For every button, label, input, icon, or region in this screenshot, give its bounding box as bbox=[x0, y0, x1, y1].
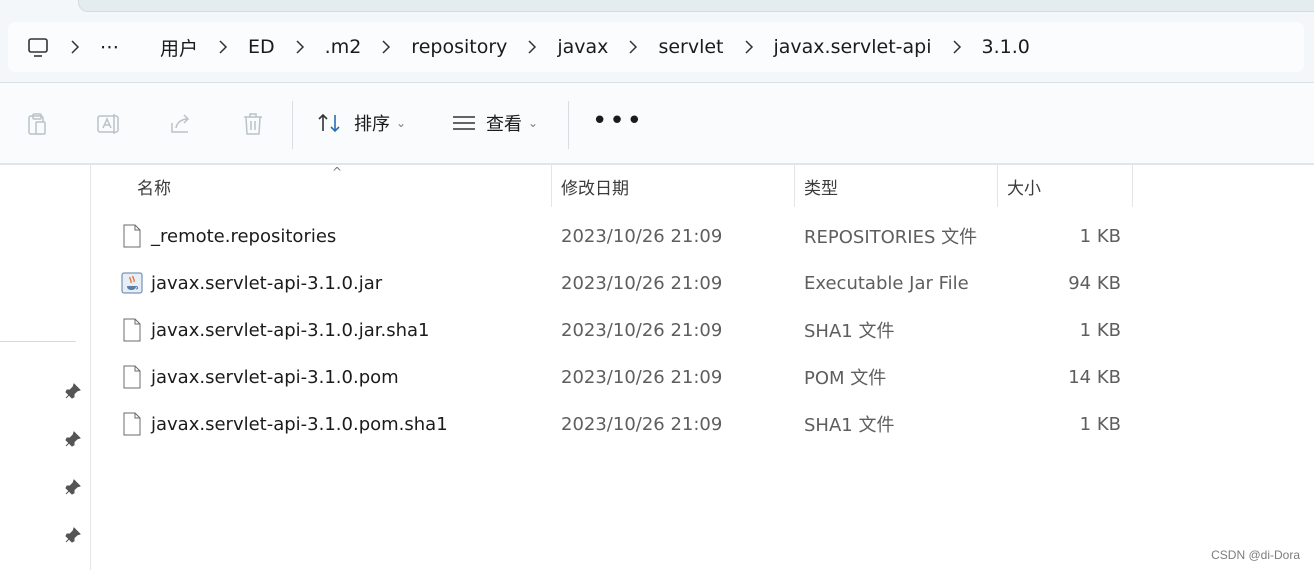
file-name: javax.servlet-api-3.1.0.pom bbox=[151, 366, 399, 388]
chevron-right-icon[interactable] bbox=[628, 40, 638, 54]
file-name-cell: javax.servlet-api-3.1.0.jar bbox=[121, 261, 382, 305]
file-name: _remote.repositories bbox=[151, 225, 337, 247]
pin-icon[interactable] bbox=[64, 478, 82, 496]
column-separator[interactable] bbox=[1132, 165, 1133, 207]
breadcrumb-item-m2[interactable]: .m2 bbox=[305, 36, 382, 58]
file-size: 1 KB bbox=[1079, 413, 1121, 435]
chevron-right-icon[interactable] bbox=[381, 40, 391, 54]
view-label: 查看 bbox=[486, 114, 522, 135]
file-row[interactable]: javax.servlet-api-3.1.0.pom 2023/10/26 2… bbox=[91, 355, 1151, 399]
chevron-down-icon: ⌄ bbox=[528, 116, 539, 130]
share-button[interactable] bbox=[166, 109, 196, 139]
toolbar-separator bbox=[568, 101, 569, 149]
file-name-cell: javax.servlet-api-3.1.0.jar.sha1 bbox=[121, 308, 429, 352]
chevron-right-icon[interactable] bbox=[952, 40, 962, 54]
chevron-right-icon[interactable] bbox=[218, 40, 228, 54]
view-dropdown[interactable]: 查看 ⌄ bbox=[452, 105, 538, 141]
rename-icon bbox=[97, 114, 119, 134]
file-list: ^ 名称 修改日期 类型 大小 _remote.repositories 202… bbox=[91, 165, 1314, 570]
rename-button[interactable] bbox=[94, 109, 124, 139]
this-pc-icon[interactable] bbox=[26, 35, 50, 59]
column-header-name[interactable]: 名称 bbox=[137, 165, 171, 207]
document-icon bbox=[123, 365, 141, 389]
sort-icon bbox=[318, 113, 340, 133]
breadcrumb-item-ed[interactable]: ED bbox=[228, 36, 295, 58]
file-type: SHA1 文件 bbox=[804, 415, 895, 436]
chevron-right-icon[interactable] bbox=[295, 40, 305, 54]
nav-divider bbox=[0, 341, 76, 342]
file-type: REPOSITORIES 文件 bbox=[804, 227, 978, 248]
file-name: javax.servlet-api-3.1.0.jar bbox=[151, 272, 383, 294]
active-tab-edge[interactable] bbox=[78, 0, 1314, 12]
delete-button[interactable] bbox=[238, 109, 268, 139]
file-row[interactable]: _remote.repositories 2023/10/26 21:09 RE… bbox=[91, 214, 1151, 258]
breadcrumb-more[interactable]: ⋯ bbox=[80, 36, 140, 58]
view-icon bbox=[453, 116, 475, 130]
chevron-right-icon[interactable] bbox=[70, 40, 80, 54]
file-date: 2023/10/26 21:09 bbox=[561, 225, 723, 247]
address-bar[interactable]: ⋯ 用户 ED .m2 repository javax servlet jav… bbox=[8, 22, 1304, 72]
navigation-pane bbox=[0, 165, 91, 570]
column-header-size[interactable]: 大小 bbox=[1007, 165, 1041, 207]
paste-button[interactable] bbox=[22, 109, 52, 139]
breadcrumb-item-version[interactable]: 3.1.0 bbox=[962, 36, 1050, 58]
toolbar-separator bbox=[292, 101, 293, 149]
file-name: javax.servlet-api-3.1.0.pom.sha1 bbox=[151, 413, 448, 435]
file-row[interactable]: javax.servlet-api-3.1.0.jar 2023/10/26 2… bbox=[91, 261, 1151, 305]
file-size: 94 KB bbox=[1068, 272, 1121, 294]
file-date: 2023/10/26 21:09 bbox=[561, 272, 723, 294]
column-separator[interactable] bbox=[997, 165, 998, 207]
share-icon bbox=[171, 114, 190, 133]
breadcrumb-item-repository[interactable]: repository bbox=[391, 36, 527, 58]
file-name-cell: javax.servlet-api-3.1.0.pom.sha1 bbox=[121, 402, 448, 446]
pin-icon[interactable] bbox=[64, 382, 82, 400]
chevron-right-icon[interactable] bbox=[744, 40, 754, 54]
breadcrumb: ⋯ 用户 ED .m2 repository javax servlet jav… bbox=[70, 34, 1050, 61]
chevron-down-icon: ⌄ bbox=[396, 116, 407, 130]
column-header-type[interactable]: 类型 bbox=[804, 165, 838, 207]
breadcrumb-item-javax[interactable]: javax bbox=[537, 36, 628, 58]
sort-label: 排序 bbox=[354, 114, 390, 135]
document-icon bbox=[123, 224, 141, 248]
chevron-right-icon[interactable] bbox=[527, 40, 537, 54]
tab-strip bbox=[0, 0, 1314, 22]
document-icon bbox=[123, 412, 141, 436]
file-size: 1 KB bbox=[1079, 225, 1121, 247]
watermark-text: CSDN @di-Dora bbox=[1211, 548, 1300, 562]
file-name-cell: javax.servlet-api-3.1.0.pom bbox=[121, 355, 399, 399]
file-type: SHA1 文件 bbox=[804, 321, 895, 342]
breadcrumb-item-javax-servlet-api[interactable]: javax.servlet-api bbox=[754, 36, 952, 58]
file-row[interactable]: javax.servlet-api-3.1.0.jar.sha1 2023/10… bbox=[91, 308, 1151, 352]
pin-icon[interactable] bbox=[64, 526, 82, 544]
document-icon bbox=[123, 318, 141, 342]
file-row[interactable]: javax.servlet-api-3.1.0.pom.sha1 2023/10… bbox=[91, 402, 1151, 446]
file-name: javax.servlet-api-3.1.0.jar.sha1 bbox=[151, 319, 430, 341]
file-date: 2023/10/26 21:09 bbox=[561, 366, 723, 388]
paste-icon bbox=[28, 113, 46, 135]
file-date: 2023/10/26 21:09 bbox=[561, 319, 723, 341]
column-separator[interactable] bbox=[551, 165, 552, 207]
command-bar: 排序 ⌄ 查看 ⌄ ••• bbox=[0, 83, 1314, 163]
trash-icon bbox=[244, 113, 262, 135]
file-date: 2023/10/26 21:09 bbox=[561, 413, 723, 435]
breadcrumb-item-users[interactable]: 用户 bbox=[140, 34, 218, 61]
file-type: Executable Jar File bbox=[804, 272, 969, 294]
file-type: POM 文件 bbox=[804, 368, 887, 389]
file-size: 1 KB bbox=[1079, 319, 1121, 341]
sort-dropdown[interactable]: 排序 ⌄ bbox=[316, 105, 406, 141]
more-options-button[interactable]: ••• bbox=[592, 108, 644, 134]
file-name-cell: _remote.repositories bbox=[121, 214, 336, 258]
column-separator[interactable] bbox=[794, 165, 795, 207]
java-jar-icon bbox=[121, 272, 143, 294]
pin-icon[interactable] bbox=[64, 430, 82, 448]
breadcrumb-item-servlet[interactable]: servlet bbox=[638, 36, 743, 58]
sort-ascending-icon: ^ bbox=[332, 165, 343, 179]
column-header-date[interactable]: 修改日期 bbox=[561, 165, 629, 207]
file-size: 14 KB bbox=[1068, 366, 1121, 388]
